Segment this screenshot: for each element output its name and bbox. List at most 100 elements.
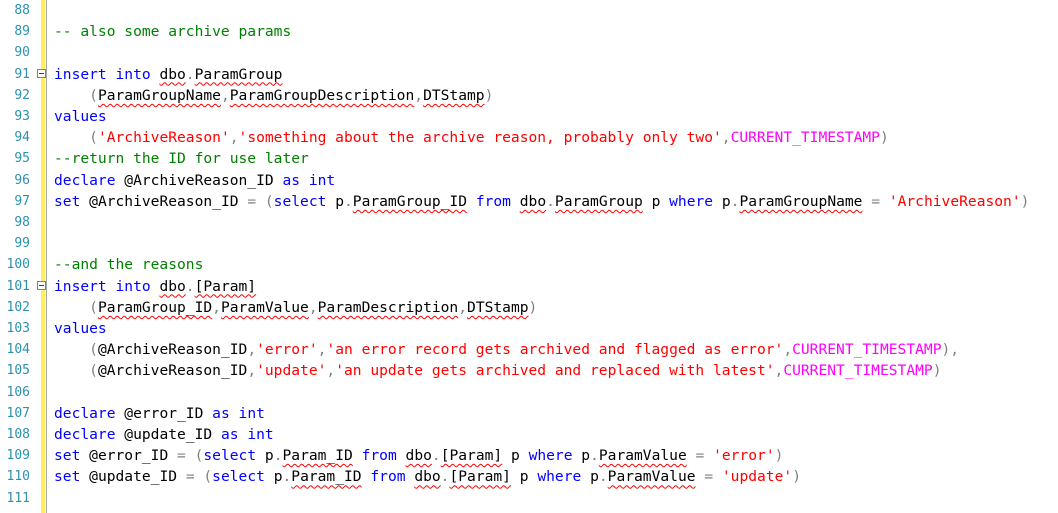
code-token: , <box>220 86 230 104</box>
code-line[interactable]: 109 set @error_ID = (select p.Param_ID fr… <box>0 445 1058 466</box>
spell-squiggle-token: ParamDescription <box>317 298 459 316</box>
code-text: --return the ID for use later <box>54 148 309 169</box>
code-line[interactable]: 95 --return the ID for use later <box>0 148 1058 169</box>
code-line[interactable]: 101 insert into dbo.[Param] <box>0 276 1058 297</box>
code-line[interactable]: 94 ('ArchiveReason','something about the… <box>0 127 1058 148</box>
code-line[interactable]: 96 declare @ArchiveReason_ID as int <box>0 170 1058 191</box>
code-token: , <box>774 362 784 380</box>
code-line[interactable]: 99 <box>0 233 1058 254</box>
spell-squiggle-token: [Param] <box>440 447 503 465</box>
code-line[interactable]: 110 set @update_ID = (select p.Param_ID f… <box>0 466 1058 487</box>
line-number: 106 <box>6 384 30 400</box>
code-line[interactable]: 91 insert into dbo.ParamGroup <box>0 64 1058 85</box>
code-token: int <box>238 404 265 422</box>
code-text: insert into dbo.[Param] <box>54 276 256 297</box>
spell-squiggle-token: ParamValue <box>607 468 696 486</box>
code-line[interactable]: 107 declare @error_ID as int <box>0 403 1058 424</box>
code-token: ), <box>941 341 960 359</box>
code-token: from <box>475 192 520 210</box>
code-text: --and the reasons <box>54 254 203 275</box>
code-token: ) <box>1020 192 1030 210</box>
spell-squiggle-token: ParamGroup_ID <box>352 192 468 210</box>
code-token: , <box>783 341 793 359</box>
code-token: select <box>212 468 274 486</box>
line-number: 103 <box>6 321 30 336</box>
spell-squiggle-token: dbo <box>405 447 432 465</box>
code-token: as <box>220 426 248 443</box>
code-token: = ( <box>177 447 204 465</box>
code-token: 'update' <box>256 362 327 380</box>
code-token: p <box>502 447 529 465</box>
code-line[interactable]: 100 --and the reasons <box>0 254 1058 275</box>
code-token: @ArchiveReason_ID <box>97 362 248 380</box>
spell-squiggle-token: ParamGroupDescription <box>229 86 415 104</box>
line-number: 100 <box>6 257 30 273</box>
code-token: 'an update gets archived and replaced wi… <box>335 362 775 380</box>
code-text: (@ArchiveReason_ID,'error','an error rec… <box>54 339 959 360</box>
code-token: select <box>203 447 265 465</box>
code-text: values <box>54 318 107 339</box>
code-line[interactable]: 88 <box>0 0 1058 21</box>
code-line[interactable]: 111 <box>0 488 1058 509</box>
code-token: . <box>546 192 555 210</box>
code-text: insert into dbo.ParamGroup <box>54 64 282 85</box>
spell-squiggle-token: Param_ID <box>282 447 353 465</box>
code-token: ) <box>528 298 538 316</box>
code-token: values <box>54 108 107 125</box>
line-number: 90 <box>14 45 30 61</box>
code-token: set <box>54 447 90 465</box>
line-number: 109 <box>6 448 30 464</box>
code-token: . <box>273 447 283 465</box>
code-token: p <box>510 468 538 486</box>
code-token: ) <box>932 362 942 380</box>
code-token: where <box>669 192 722 210</box>
line-number: 99 <box>14 236 30 252</box>
code-token: 'ArchiveReason' <box>97 129 230 147</box>
line-number: 97 <box>14 193 30 209</box>
code-token: p <box>335 192 344 210</box>
code-token: p <box>590 468 599 486</box>
code-line[interactable]: 89 -- also some archive params <box>0 21 1058 42</box>
code-line[interactable]: 104 (@ArchiveReason_ID,'error','an error… <box>0 339 1058 360</box>
spell-squiggle-token: dbo <box>519 192 547 210</box>
code-text: (ParamGroup_ID,ParamValue,ParamDescripti… <box>54 297 537 318</box>
code-token: . <box>282 468 292 486</box>
line-number: 96 <box>14 172 30 188</box>
code-line[interactable]: 103 values <box>0 318 1058 339</box>
collapse-toggle-icon[interactable] <box>37 68 46 78</box>
code-token: where <box>537 468 591 486</box>
code-token: @ArchiveReason_ID <box>97 341 248 359</box>
code-token: , <box>229 129 239 147</box>
code-token: @update_ID <box>124 426 221 443</box>
code-line[interactable]: 97 set @ArchiveReason_ID = (select p.Para… <box>0 191 1058 212</box>
code-line[interactable]: 90 <box>0 42 1058 63</box>
code-line[interactable]: 106 <box>0 382 1058 403</box>
code-token: . <box>431 447 441 465</box>
code-line[interactable]: 92 (ParamGroupName,ParamGroupDescription… <box>0 85 1058 106</box>
code-token: = <box>686 447 714 465</box>
code-token: --and the reasons <box>54 256 204 274</box>
code-line[interactable]: 93 values <box>0 106 1058 127</box>
spell-squiggle-token: [Param] <box>449 468 511 486</box>
line-number: 108 <box>6 427 30 442</box>
spell-squiggle-token: DTStamp <box>467 298 529 316</box>
spell-squiggle-token: Param_ID <box>291 468 362 486</box>
code-text: declare @error_ID as int <box>54 403 265 424</box>
code-text: (ParamGroupName,ParamGroupDescription,DT… <box>54 85 493 106</box>
code-token: declare <box>54 426 125 443</box>
code-token: insert into <box>54 277 160 295</box>
collapse-toggle-icon[interactable] <box>37 280 46 290</box>
code-token: 'something about the archive reason, pro… <box>238 129 722 147</box>
line-number: 93 <box>14 109 30 124</box>
spell-squiggle-token: ParamGroupName <box>97 86 221 104</box>
spell-squiggle-token: dbo <box>159 65 186 83</box>
code-line[interactable]: 98 <box>0 212 1058 233</box>
code-token: int <box>247 426 274 443</box>
code-line[interactable]: 108 declare @update_ID as int <box>0 424 1058 445</box>
code-line[interactable]: 102 (ParamGroup_ID,ParamValue,ParamDescr… <box>0 297 1058 318</box>
line-number: 104 <box>6 342 30 358</box>
code-line[interactable]: 105 (@ArchiveReason_ID,'update','an upda… <box>0 360 1058 381</box>
code-token: values <box>54 320 107 337</box>
code-token: 'an error record gets archived and flagg… <box>326 341 784 359</box>
